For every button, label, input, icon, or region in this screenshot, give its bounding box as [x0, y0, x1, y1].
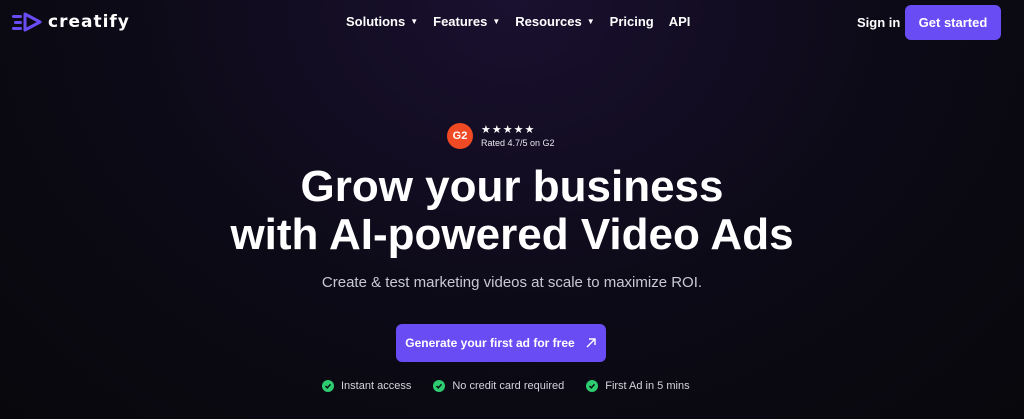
nav-item-label: Solutions — [346, 14, 406, 29]
feature-list: Instant access No credit card required F… — [322, 380, 690, 392]
main-menu: Solutions ▼ Features ▼ Resources ▼ Prici… — [346, 14, 690, 29]
check-circle-icon — [433, 380, 446, 392]
brand-name: creatify — [48, 12, 130, 32]
sign-in-link[interactable]: Sign in — [857, 15, 900, 30]
caret-down-icon: ▼ — [492, 17, 501, 26]
creatify-logo-icon — [12, 12, 42, 32]
nav-item-label: Features — [433, 14, 488, 29]
get-started-button[interactable]: Get started — [905, 5, 1001, 40]
rating-text: ★★★★★ Rated 4.7/5 on G2 — [481, 124, 555, 149]
feature-item: Instant access — [322, 380, 411, 392]
cta-label: Generate your first ad for free — [405, 336, 575, 350]
nav-item-resources[interactable]: Resources ▼ — [515, 14, 594, 29]
logo[interactable]: creatify — [12, 12, 130, 32]
arrow-up-right-icon — [586, 338, 596, 348]
nav-item-api[interactable]: API — [669, 14, 691, 29]
check-circle-icon — [322, 380, 334, 392]
nav-item-solutions[interactable]: Solutions ▼ — [346, 14, 418, 29]
feature-item: No credit card required — [433, 380, 564, 392]
nav-item-label: Resources — [515, 14, 582, 29]
feature-item: First Ad in 5 mins — [586, 380, 690, 392]
rating-label: Rated 4.7/5 on G2 — [481, 137, 555, 148]
nav-item-label: Pricing — [609, 14, 654, 29]
headline-line-1: Grow your business — [300, 162, 724, 211]
g2-rating: G2 ★★★★★ Rated 4.7/5 on G2 — [447, 123, 555, 149]
feature-label: First Ad in 5 mins — [605, 380, 690, 392]
hero-subtitle: Create & test marketing videos at scale … — [321, 274, 703, 291]
nav-item-label: API — [668, 14, 691, 29]
caret-down-icon: ▼ — [410, 17, 419, 26]
caret-down-icon: ▼ — [586, 17, 595, 26]
g2-logo-icon: G2 — [447, 123, 473, 149]
check-circle-icon — [586, 380, 599, 392]
generate-ad-button[interactable]: Generate your first ad for free — [396, 324, 606, 362]
star-rating-icon: ★★★★★ — [481, 123, 536, 136]
hero-headline: Grow your business with AI-powered Video… — [0, 163, 1024, 259]
headline-line-2: with AI-powered Video Ads — [230, 210, 794, 259]
nav-item-features[interactable]: Features ▼ — [433, 14, 500, 29]
top-navigation: creatify Solutions ▼ Features ▼ Resource… — [0, 0, 1024, 46]
feature-label: Instant access — [341, 380, 412, 392]
nav-item-pricing[interactable]: Pricing — [610, 14, 654, 29]
feature-label: No credit card required — [452, 380, 565, 392]
